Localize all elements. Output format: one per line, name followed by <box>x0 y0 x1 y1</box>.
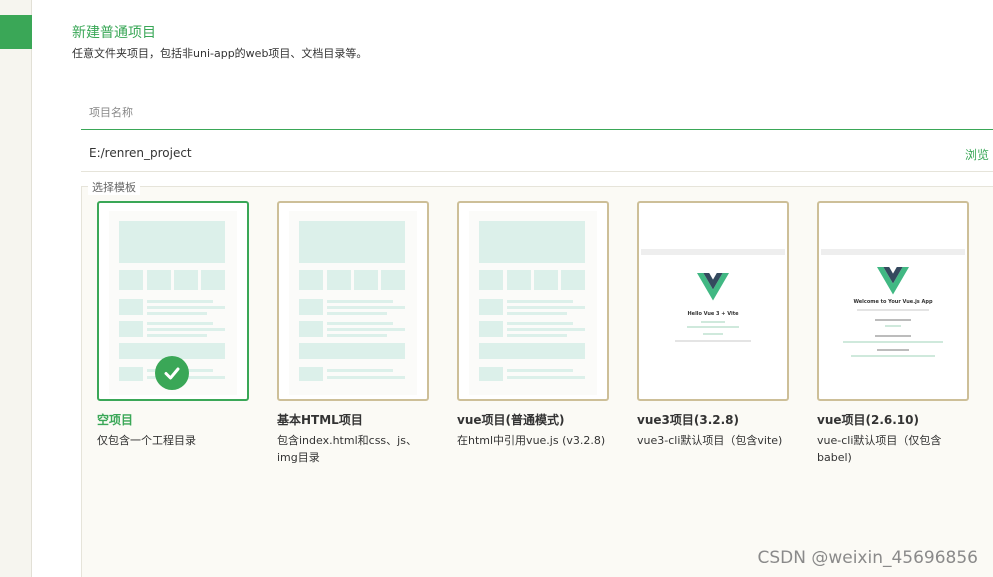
project-name-input[interactable]: 项目名称 <box>81 94 993 130</box>
template-card-vue-normal[interactable] <box>457 201 609 401</box>
template-preview <box>469 211 597 395</box>
template-desc-vue3: vue3-cli默认项目（包含vite) <box>637 434 783 447</box>
vue-logo-icon <box>697 273 729 301</box>
template-preview: Welcome to Your Vue.js App <box>821 249 965 359</box>
template-preview: Hello Vue 3 + Vite <box>641 249 785 359</box>
template-legend: 选择模板 <box>88 179 140 195</box>
template-title-basic-html: 基本HTML项目 <box>277 413 363 427</box>
template-card-vue2[interactable]: Welcome to Your Vue.js App <box>817 201 969 401</box>
page-title: 新建普通项目 <box>72 25 156 41</box>
left-rail-active-item[interactable] <box>0 15 32 49</box>
project-name-placeholder: 项目名称 <box>89 106 133 119</box>
template-card-vue3[interactable]: Hello Vue 3 + Vite <box>637 201 789 401</box>
template-title-vue2: vue项目(2.6.10) <box>817 413 919 427</box>
template-preview <box>289 211 417 395</box>
template-desc-empty: 仅包含一个工程目录 <box>97 434 196 447</box>
csdn-watermark: CSDN @weixin_45696856 <box>757 548 978 568</box>
selected-check-icon <box>155 356 189 390</box>
vue2-preview-heading: Welcome to Your Vue.js App <box>853 299 933 305</box>
template-desc-vue2: vue-cli默认项目（仅包含babel) <box>817 434 942 464</box>
template-title-empty: 空项目 <box>97 413 134 427</box>
page-subtitle: 任意文件夹项目，包括非uni-app的web项目、文档目录等。 <box>72 47 368 60</box>
template-desc-vue-normal: 在html中引用vue.js (v3.2.8) <box>457 434 606 447</box>
template-title-vue-normal: vue项目(普通模式) <box>457 413 565 427</box>
template-card-empty[interactable] <box>97 201 249 401</box>
template-desc-basic-html: 包含index.html和css、js、img目录 <box>277 434 417 464</box>
vue3-preview-heading: Hello Vue 3 + Vite <box>687 311 739 317</box>
template-title-vue3: vue3项目(3.2.8) <box>637 413 739 427</box>
browse-button[interactable]: 浏览 <box>965 146 989 163</box>
project-path-input[interactable]: E:/renren_project 浏览 <box>81 138 993 172</box>
project-path-value: E:/renren_project <box>89 146 192 160</box>
left-rail <box>0 0 32 577</box>
vue-logo-icon <box>877 267 909 295</box>
template-card-basic-html[interactable] <box>277 201 429 401</box>
